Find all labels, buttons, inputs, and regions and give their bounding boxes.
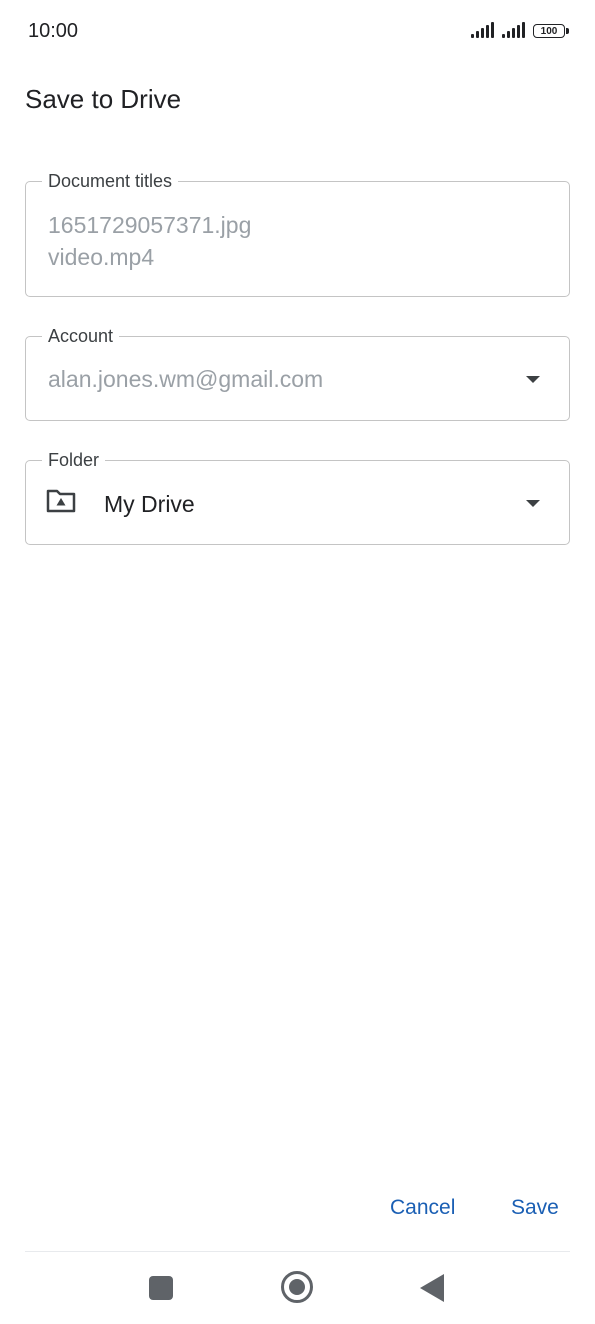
folder-value: My Drive (104, 491, 195, 517)
signal-icon (471, 22, 494, 38)
save-button[interactable]: Save (511, 1196, 559, 1220)
recents-icon[interactable] (149, 1276, 173, 1300)
folder-label: Folder (42, 449, 106, 471)
document-title-item: video.mp4 (48, 244, 155, 270)
home-icon[interactable] (281, 1271, 313, 1303)
signal-icon (502, 22, 525, 38)
document-titles-label: Document titles (42, 170, 179, 192)
status-time: 10:00 (28, 20, 79, 42)
cancel-button[interactable]: Cancel (390, 1196, 455, 1220)
status-bar: 10:00 100 (0, 0, 595, 64)
document-title-item: 1651729057371.jpg (48, 212, 252, 238)
status-icons: 100 (471, 22, 569, 38)
account-label: Account (42, 325, 120, 347)
battery-icon: 100 (533, 24, 569, 38)
divider (25, 1251, 570, 1252)
dropdown-arrow-icon[interactable] (526, 376, 540, 383)
dropdown-arrow-icon[interactable] (526, 500, 540, 507)
drive-folder-icon (46, 489, 76, 513)
back-icon[interactable] (420, 1274, 444, 1302)
folder-dropdown[interactable]: Folder My Drive (25, 449, 570, 545)
document-titles-field[interactable]: Document titles 1651729057371.jpg video.… (25, 170, 570, 297)
dialog-title: Save to Drive (25, 84, 182, 114)
account-value: alan.jones.wm@gmail.com (48, 366, 324, 392)
battery-level: 100 (540, 25, 558, 37)
account-dropdown[interactable]: Account alan.jones.wm@gmail.com (25, 325, 570, 421)
